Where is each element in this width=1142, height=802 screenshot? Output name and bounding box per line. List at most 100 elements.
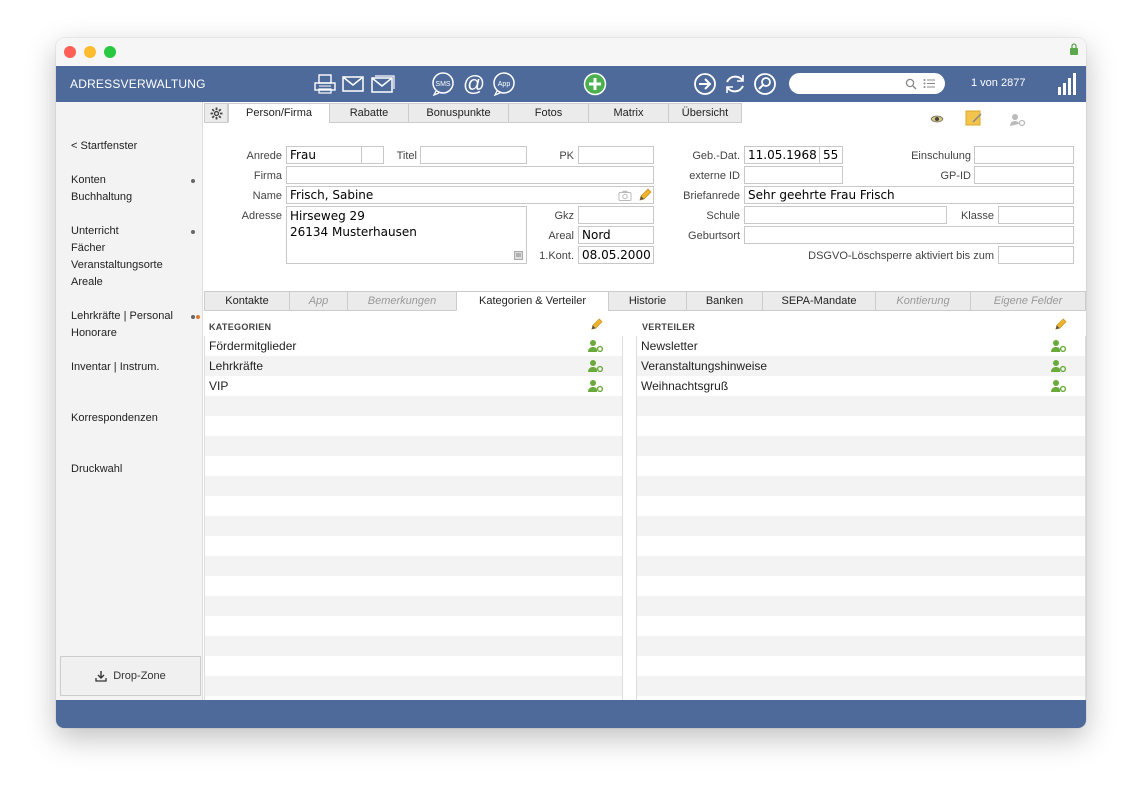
empty-row: [637, 676, 1085, 696]
titel-field[interactable]: [420, 146, 527, 164]
einschulung-field[interactable]: [974, 146, 1074, 164]
mail-multiple-icon[interactable]: [370, 72, 396, 96]
sidebar: < Startfenster Konten Buchhaltung Unterr…: [56, 102, 203, 700]
sidebar-item-faecher[interactable]: Fächer: [71, 242, 105, 254]
mail-icon[interactable]: [340, 72, 366, 96]
note-icon[interactable]: [965, 110, 983, 127]
tab-bonuspunkte[interactable]: Bonuspunkte: [408, 103, 509, 123]
edit-verteiler-pencil-icon[interactable]: [1054, 318, 1067, 331]
empty-row: [205, 576, 622, 596]
briefanrede-field[interactable]: Sehr geehrte Frau Frisch: [744, 186, 1074, 204]
kont-field[interactable]: 08.05.2000: [578, 246, 654, 264]
user-assign-icon[interactable]: [1051, 379, 1067, 393]
empty-row: [637, 576, 1085, 596]
search-icon[interactable]: [752, 72, 778, 96]
forward-icon[interactable]: [692, 72, 718, 96]
sidebar-item-druckwahl[interactable]: Druckwahl: [71, 463, 122, 475]
sidebar-item-honorare[interactable]: Honorare: [71, 327, 117, 339]
tab-banken[interactable]: Banken: [686, 291, 763, 311]
tab-kategorien-verteiler[interactable]: Kategorien & Verteiler: [456, 291, 609, 311]
sidebar-item-inventar[interactable]: Inventar | Instrum.: [71, 361, 159, 373]
kategorie-row[interactable]: Lehrkräfte: [205, 356, 622, 376]
user-assign-icon[interactable]: [1051, 359, 1067, 373]
empty-row: [205, 556, 622, 576]
sidebar-item-buchhaltung[interactable]: Buchhaltung: [71, 191, 132, 203]
user-settings-icon[interactable]: [1010, 113, 1026, 127]
edit-kategorien-pencil-icon[interactable]: [590, 318, 603, 331]
drop-zone[interactable]: Drop-Zone: [60, 656, 201, 696]
areal-field[interactable]: Nord: [578, 226, 654, 244]
empty-row: [637, 496, 1085, 516]
anrede-field[interactable]: Frau: [286, 146, 362, 164]
zoom-window-button[interactable]: [104, 46, 116, 58]
adresse-field[interactable]: Hirseweg 29 26134 Musterhausen: [286, 206, 527, 264]
sidebar-item-areale[interactable]: Areale: [71, 276, 103, 288]
empty-row: [205, 676, 622, 696]
sidebar-item-veranstaltungsorte[interactable]: Veranstaltungsorte: [71, 259, 163, 271]
tab-person-firma[interactable]: Person/Firma: [228, 103, 330, 123]
label-klasse: Klasse: [960, 210, 994, 222]
geburtsort-field[interactable]: [744, 226, 1074, 244]
anrede-extra-field[interactable]: [361, 146, 384, 164]
user-assign-icon[interactable]: [1051, 339, 1067, 353]
label-pk: PK: [559, 150, 574, 162]
verteiler-row[interactable]: Newsletter: [637, 336, 1085, 356]
address-note-icon[interactable]: [514, 251, 523, 260]
sidebar-item-unterricht[interactable]: Unterricht: [71, 225, 119, 237]
verteiler-heading: VERTEILER: [642, 322, 696, 332]
refresh-icon[interactable]: [722, 72, 748, 96]
gpid-field[interactable]: [974, 166, 1074, 184]
sidebar-item-korrespondenzen[interactable]: Korrespondenzen: [71, 412, 158, 424]
printer-icon[interactable]: [312, 72, 338, 96]
externe-id-field[interactable]: [744, 166, 843, 184]
gkz-field[interactable]: [578, 206, 654, 224]
tab-rabatte[interactable]: Rabatte: [329, 103, 409, 123]
sms-icon[interactable]: SMS: [430, 72, 456, 96]
label-1kont: 1.Kont.: [539, 250, 574, 262]
empty-row: [205, 456, 622, 476]
label-briefanrede: Briefanrede: [683, 190, 740, 202]
user-assign-icon[interactable]: [588, 359, 604, 373]
search-input[interactable]: [789, 73, 945, 94]
minimize-window-button[interactable]: [84, 46, 96, 58]
close-window-button[interactable]: [64, 46, 76, 58]
gebdat-field[interactable]: 11.05.1968: [744, 146, 820, 164]
sidebar-item-lehrkraefte[interactable]: Lehrkräfte | Personal: [71, 310, 173, 322]
user-assign-icon[interactable]: [588, 379, 604, 393]
tab-fotos[interactable]: Fotos: [508, 103, 589, 123]
tab-uebersicht[interactable]: Übersicht: [668, 103, 742, 123]
label-name: Name: [252, 190, 282, 202]
name-field[interactable]: Frisch, Sabine: [286, 186, 654, 204]
signal-bars-icon[interactable]: [1057, 73, 1077, 95]
verteiler-row[interactable]: Weihnachtsgruß: [637, 376, 1085, 396]
firma-field[interactable]: [286, 166, 654, 184]
sidebar-item-startfenster[interactable]: < Startfenster: [71, 140, 137, 152]
dsgvo-field[interactable]: [998, 246, 1074, 264]
eye-icon[interactable]: [930, 114, 944, 124]
camera-icon[interactable]: [618, 190, 632, 201]
tab-historie[interactable]: Historie: [608, 291, 687, 311]
tab-kontakte[interactable]: Kontakte: [204, 291, 290, 311]
label-dsgvo: DSGVO-Löschsperre aktiviert bis zum: [808, 250, 994, 262]
alter-field: 55: [819, 146, 843, 164]
tab-sepa-mandate[interactable]: SEPA-Mandate: [762, 291, 876, 311]
schule-field[interactable]: [744, 206, 947, 224]
at-icon[interactable]: @: [461, 72, 487, 96]
tab-matrix[interactable]: Matrix: [588, 103, 669, 123]
add-icon[interactable]: [582, 72, 608, 96]
pk-field[interactable]: [578, 146, 654, 164]
verteiler-row[interactable]: Veranstaltungshinweise: [637, 356, 1085, 376]
status-dot: [191, 179, 195, 183]
empty-row: [205, 496, 622, 516]
kategorie-row[interactable]: Fördermitglieder: [205, 336, 622, 356]
settings-gear-button[interactable]: [204, 103, 228, 123]
empty-row: [637, 536, 1085, 556]
pencil-icon[interactable]: [638, 188, 652, 202]
klasse-field[interactable]: [998, 206, 1074, 224]
user-assign-icon[interactable]: [588, 339, 604, 353]
sidebar-item-konten[interactable]: Konten: [71, 174, 106, 186]
list-options-icon[interactable]: [923, 78, 935, 89]
empty-row: [205, 476, 622, 496]
kategorie-row[interactable]: VIP: [205, 376, 622, 396]
app-icon[interactable]: App: [491, 72, 517, 96]
